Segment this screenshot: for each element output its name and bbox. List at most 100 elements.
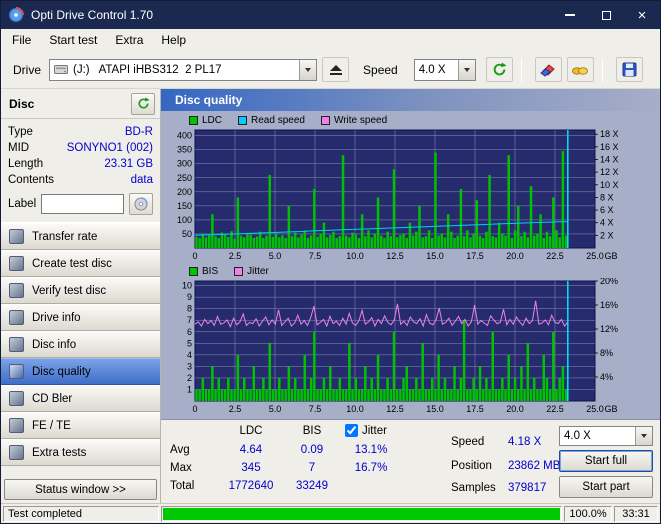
svg-text:300: 300	[177, 159, 192, 169]
svg-text:GB: GB	[604, 404, 617, 414]
svg-text:8: 8	[187, 304, 192, 314]
drive-select[interactable]: (J:) ATAPI iHBS312 2 PL17	[49, 58, 318, 81]
maximize-button[interactable]	[588, 1, 624, 29]
disc-info-row-type: Type BD-R	[8, 126, 153, 138]
menu-file[interactable]: File	[3, 30, 40, 50]
minimize-button[interactable]	[552, 1, 588, 29]
chevron-down-icon[interactable]	[457, 59, 475, 80]
jitter-max-value: 16.7%	[354, 462, 388, 474]
refresh-disc-button[interactable]	[131, 92, 155, 115]
support-button[interactable]	[566, 57, 594, 82]
status-window-button[interactable]: Status window >>	[4, 479, 157, 500]
speed-stat-label: Speed	[451, 436, 485, 448]
svg-text:3: 3	[187, 361, 192, 371]
svg-text:8 X: 8 X	[600, 192, 614, 202]
svg-text:2: 2	[187, 373, 192, 383]
menu-help[interactable]: Help	[152, 30, 195, 50]
disc-info-row-contents: Contents data	[8, 174, 153, 186]
verify-test-disc-icon	[9, 283, 24, 298]
eject-button[interactable]	[322, 57, 350, 82]
sidebar-item-cd-bler[interactable]: CD Bler	[1, 385, 160, 412]
minimize-icon	[565, 14, 575, 16]
close-button[interactable]: ×	[624, 1, 660, 29]
chevron-down-icon[interactable]	[635, 427, 652, 445]
menu-start-test[interactable]: Start test	[40, 30, 106, 50]
avg-row-label: Avg	[170, 444, 190, 456]
sidebar-item-extra-tests[interactable]: Extra tests	[1, 439, 160, 466]
sidebar-item-verify-test-disc[interactable]: Verify test disc	[1, 277, 160, 304]
svg-text:16 X: 16 X	[600, 142, 619, 152]
erase-disc-button[interactable]	[534, 57, 562, 82]
ldc-swatch	[189, 116, 198, 125]
bis-swatch	[189, 267, 198, 276]
sidebar-item-create-test-disc[interactable]: Create test disc	[1, 250, 160, 277]
disc-panel-header: Disc	[1, 89, 160, 119]
chart2-legend: BIS Jitter	[161, 265, 660, 278]
svg-text:200: 200	[177, 187, 192, 197]
svg-text:100: 100	[177, 215, 192, 225]
sidebar-item-disc-info[interactable]: Disc info	[1, 331, 160, 358]
speed-select[interactable]: 4.0 X	[413, 58, 476, 81]
svg-text:7: 7	[187, 315, 192, 325]
app-window: Opti Drive Control 1.70 × File Start tes…	[0, 0, 661, 524]
svg-text:0: 0	[192, 251, 197, 261]
disc-quality-icon	[9, 364, 24, 379]
svg-text:25.0: 25.0	[586, 404, 604, 414]
progress-fill	[163, 507, 560, 520]
progress-percent: 100.0%	[564, 505, 612, 522]
svg-text:4: 4	[187, 350, 192, 360]
svg-text:20.0: 20.0	[506, 404, 524, 414]
window-body: Disc Type BD-R MID SONYNO1 (002) Length …	[1, 89, 660, 503]
ldc-column-header: LDC	[239, 425, 263, 437]
sidebar-item-fe-te[interactable]: FE / TE	[1, 412, 160, 439]
transfer-rate-icon	[9, 229, 24, 244]
sidebar-item-transfer-rate[interactable]: Transfer rate	[1, 223, 160, 250]
svg-text:22.5: 22.5	[546, 404, 564, 414]
svg-text:150: 150	[177, 201, 192, 211]
maximize-icon	[601, 10, 611, 20]
start-part-button[interactable]: Start part	[559, 476, 653, 498]
chevron-down-icon[interactable]	[299, 59, 317, 80]
cd-bler-icon	[9, 391, 24, 406]
progress-bar	[161, 505, 562, 522]
save-results-button[interactable]	[615, 57, 643, 82]
chart1-legend: LDC Read speed Write speed	[161, 114, 660, 127]
svg-text:50: 50	[182, 229, 192, 239]
svg-text:17.5: 17.5	[466, 404, 484, 414]
svg-text:10.0: 10.0	[346, 404, 364, 414]
disc-label-button[interactable]	[129, 192, 153, 215]
bis-column-header: BIS	[302, 425, 322, 437]
bis-avg-value: 0.09	[300, 444, 324, 456]
svg-text:4 X: 4 X	[600, 218, 614, 228]
write-speed-swatch	[320, 116, 330, 125]
speed-select-value: 4.0 X	[418, 63, 446, 76]
test-speed-select[interactable]: 4.0 X	[559, 426, 653, 446]
svg-text:16%: 16%	[600, 300, 618, 310]
toolbar-separator	[601, 57, 603, 82]
app-icon	[8, 7, 24, 23]
menu-extra[interactable]: Extra	[106, 30, 152, 50]
disc-label-input[interactable]	[41, 193, 124, 214]
svg-text:1: 1	[187, 384, 192, 394]
page-title: Disc quality	[161, 89, 660, 111]
svg-text:0: 0	[192, 404, 197, 414]
svg-text:7.5: 7.5	[309, 404, 322, 414]
svg-text:5.0: 5.0	[269, 404, 282, 414]
svg-text:6 X: 6 X	[600, 205, 614, 215]
statusbar: Test completed 100.0% 33:31	[1, 503, 660, 523]
sidebar-item-disc-quality[interactable]: Disc quality	[1, 358, 160, 385]
stats-panel: LDC BIS Jitter Avg Max Total 4.64 345 17…	[161, 419, 660, 503]
start-full-button[interactable]: Start full	[559, 450, 653, 472]
svg-text:2.5: 2.5	[229, 404, 242, 414]
disc-info-row-length: Length 23.31 GB	[8, 158, 153, 170]
svg-text:12%: 12%	[600, 324, 618, 334]
sidebar-item-drive-info[interactable]: Drive info	[1, 304, 160, 331]
svg-text:400: 400	[177, 131, 192, 141]
chart-region: LDC Read speed Write speed 50 100 150 200 25…	[161, 111, 660, 419]
refresh-speeds-button[interactable]	[485, 57, 513, 82]
svg-text:2.5: 2.5	[229, 251, 242, 261]
jitter-checkbox[interactable]	[345, 424, 358, 437]
bis-max-value: 7	[308, 462, 316, 474]
svg-text:12 X: 12 X	[600, 167, 619, 177]
svg-text:25.0: 25.0	[586, 251, 604, 261]
